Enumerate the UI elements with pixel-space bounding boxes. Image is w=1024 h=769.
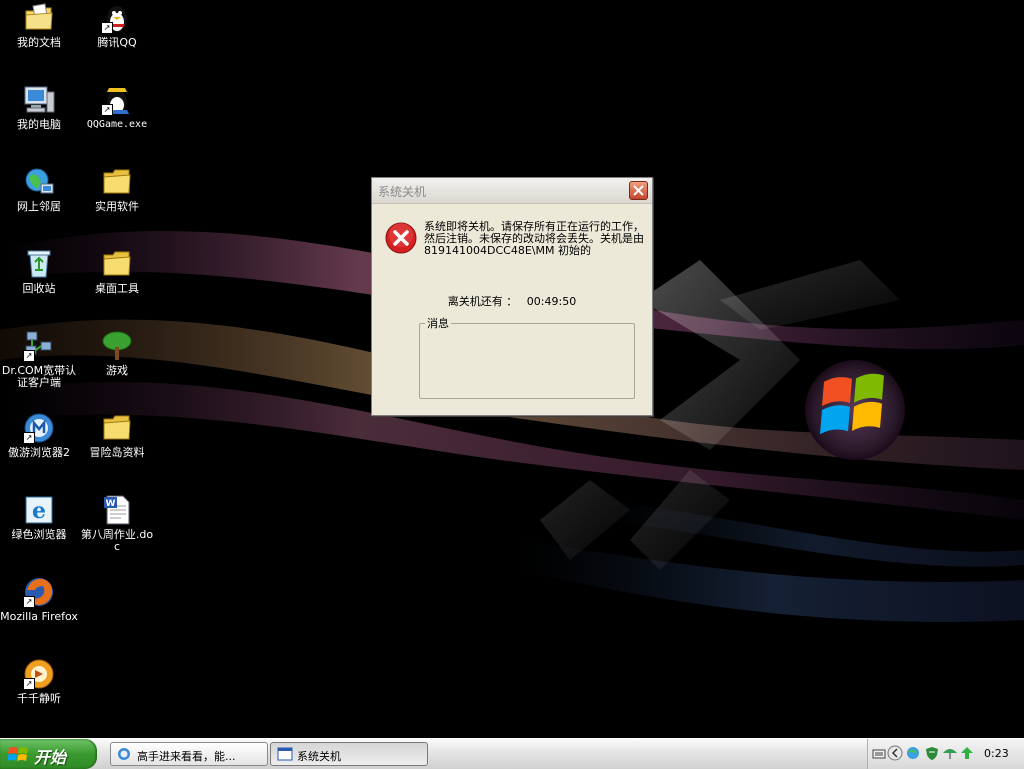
message-groupbox: 消息 <box>419 315 635 399</box>
countdown-value: 00:49:50 <box>526 295 577 308</box>
window-icon <box>277 747 293 761</box>
taskbar-button-shutdown[interactable]: 系统关机 <box>270 742 428 766</box>
taskbar-button-label: 高手进来看看，能... <box>137 750 236 763</box>
windows-flag-icon <box>8 747 28 761</box>
qq-penguin-icon: ↗ <box>101 2 133 34</box>
icon-label: 我的电脑 <box>17 118 61 131</box>
shutdown-countdown: 离关机还有 ： 00:49:50 <box>372 293 652 309</box>
folder-icon <box>101 412 133 444</box>
icon-label: 傲游浏览器2 <box>8 446 70 459</box>
maxthon-browser-icon: ↗ <box>23 412 55 444</box>
desktop-icon-qqgame[interactable]: ↗ QQGame.exe <box>78 84 156 131</box>
taskbar-button-label: 系统关机 <box>297 750 341 763</box>
update-icon[interactable] <box>960 746 974 760</box>
folder-icon <box>101 248 133 280</box>
icon-label: 回收站 <box>22 282 56 295</box>
drcom-network-icon: ↗ <box>23 330 55 362</box>
message-group-label: 消息 <box>427 317 449 330</box>
taskbar: 开始 高手进来看看，能... 系统关机 0:23 <box>0 738 1024 769</box>
icon-label: 第八周作业.doc <box>80 528 154 553</box>
shortcut-arrow-icon: ↗ <box>23 596 35 608</box>
desktop-icon-network[interactable]: 网上邻居 <box>0 166 78 213</box>
desktop-icon-ttplayer[interactable]: ↗ 千千静听 <box>0 658 78 705</box>
maxthon-browser-icon <box>118 748 130 760</box>
desktop-icon-my-documents[interactable]: 我的文档 <box>0 2 78 49</box>
icon-label: 腾讯QQ <box>97 36 137 49</box>
icon-label: Dr.COM宽带认证客户端 <box>1 364 77 389</box>
shortcut-arrow-icon: ↗ <box>101 104 113 116</box>
desktop-icon-week8-doc[interactable]: W 第八周作业.doc <box>78 494 156 553</box>
taskbar-button-forum[interactable]: 高手进来看看，能... <box>110 742 268 766</box>
system-tray: 0:23 <box>867 739 1024 769</box>
recycle-bin-icon <box>23 248 55 280</box>
icon-label: 绿色浏览器 <box>11 528 67 541</box>
umbrella-icon[interactable] <box>942 746 958 760</box>
desktop-icon-maxthon[interactable]: ↗ 傲游浏览器2 <box>0 412 78 459</box>
countdown-label: 离关机还有 ： <box>447 295 518 308</box>
shutdown-dialog: 系统关机 系统即将关机。请保存所有正在运行的工作，然后注销。未保存的改动将会丢失… <box>371 177 653 416</box>
shortcut-arrow-icon: ↗ <box>101 22 113 34</box>
svg-text:W: W <box>106 499 116 509</box>
keyboard-icon[interactable] <box>872 746 886 760</box>
icon-label: 桌面工具 <box>95 282 139 295</box>
folder-documents-icon <box>23 2 55 34</box>
word-document-icon: W <box>101 494 133 526</box>
desktop-icon-recycle-bin[interactable]: 回收站 <box>0 248 78 295</box>
desktop-icon-qq[interactable]: ↗ 腾讯QQ <box>78 2 156 49</box>
qqgame-icon: ↗ <box>101 84 133 116</box>
tree-icon <box>101 330 133 362</box>
icon-label: 实用软件 <box>95 200 139 213</box>
network-globe-icon <box>23 166 55 198</box>
ttplayer-icon: ↗ <box>23 658 55 690</box>
close-button[interactable] <box>629 181 648 200</box>
shortcut-arrow-icon: ↗ <box>23 350 35 362</box>
icon-label: 千千静听 <box>17 692 61 705</box>
computer-icon <box>23 84 55 116</box>
icon-label: 网上邻居 <box>17 200 61 213</box>
start-button[interactable]: 开始 <box>0 739 97 769</box>
desktop: 我的文档 我的电脑 网上邻居 回收站 ↗ Dr.COM宽带认证客户端 ↗ 傲游浏… <box>0 0 1024 738</box>
green-browser-icon: e <box>23 494 55 526</box>
dialog-titlebar[interactable]: 系统关机 <box>372 178 652 204</box>
shield-icon[interactable] <box>924 746 940 760</box>
desktop-icon-green-browser[interactable]: e 绿色浏览器 <box>0 494 78 541</box>
chevron-left-icon[interactable] <box>887 745 903 761</box>
desktop-icon-maplestory-folder[interactable]: 冒险岛资料 <box>78 412 156 459</box>
shortcut-arrow-icon: ↗ <box>23 432 35 444</box>
error-icon <box>385 222 417 254</box>
desktop-icon-utilities-folder[interactable]: 实用软件 <box>78 166 156 213</box>
icon-label: Mozilla Firefox <box>0 610 78 623</box>
icon-label: 我的文档 <box>17 36 61 49</box>
dialog-title: 系统关机 <box>378 185 427 199</box>
network-icon[interactable] <box>906 746 922 760</box>
close-icon <box>633 185 644 196</box>
dialog-message: 系统即将关机。请保存所有正在运行的工作，然后注销。未保存的改动将会丢失。关机是由… <box>424 220 644 257</box>
svg-text:e: e <box>32 498 46 524</box>
icon-label: QQGame.exe <box>86 119 148 130</box>
icon-label: 游戏 <box>106 364 128 377</box>
firefox-icon: ↗ <box>23 576 55 608</box>
start-label: 开始 <box>34 748 67 767</box>
desktop-icon-drcom[interactable]: ↗ Dr.COM宽带认证客户端 <box>0 330 78 389</box>
folder-icon <box>101 166 133 198</box>
desktop-icon-firefox[interactable]: ↗ Mozilla Firefox <box>0 576 78 623</box>
desktop-icon-games[interactable]: 游戏 <box>78 330 156 377</box>
clock: 0:23 <box>984 747 1009 760</box>
shortcut-arrow-icon: ↗ <box>23 678 35 690</box>
desktop-icon-desktop-tools-folder[interactable]: 桌面工具 <box>78 248 156 295</box>
desktop-icon-my-computer[interactable]: 我的电脑 <box>0 84 78 131</box>
icon-label: 冒险岛资料 <box>89 446 145 459</box>
